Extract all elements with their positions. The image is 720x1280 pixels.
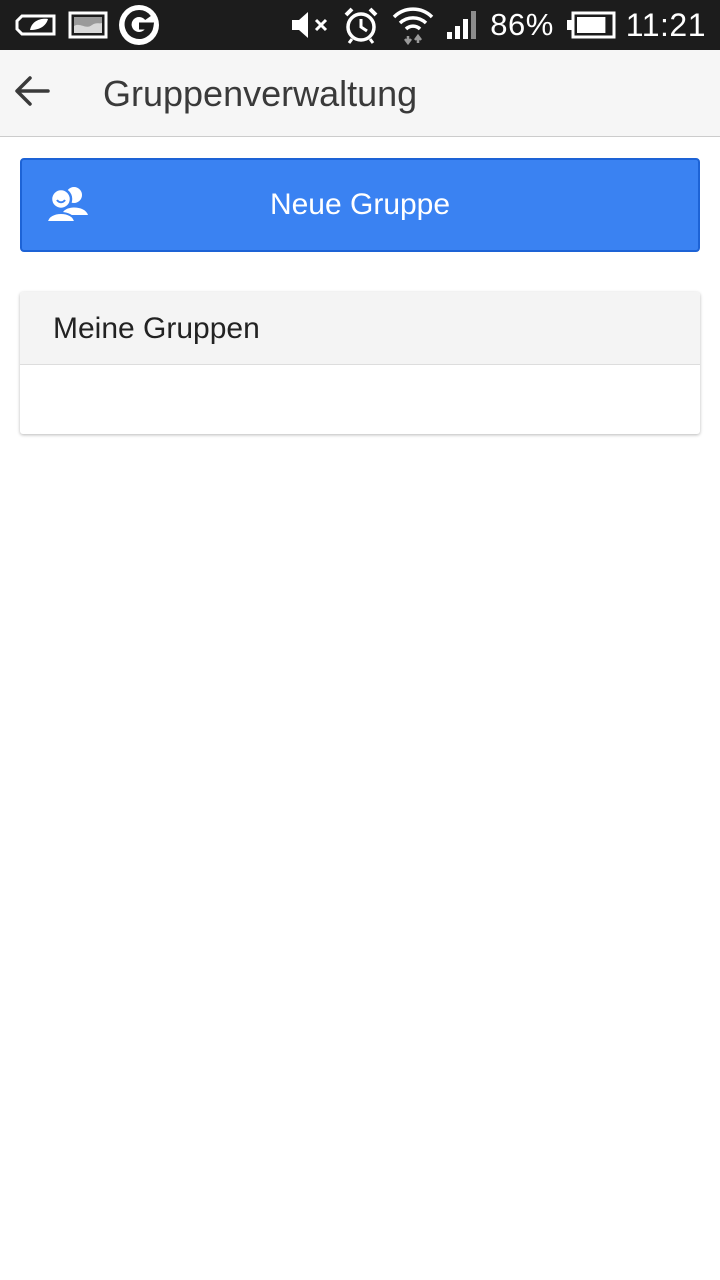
- new-group-button[interactable]: Neue Gruppe: [20, 158, 700, 252]
- my-groups-list: [20, 365, 700, 434]
- arrow-left-icon: [14, 75, 50, 112]
- signal-icon: [446, 10, 480, 40]
- my-groups-card: Meine Gruppen: [20, 292, 700, 434]
- status-bar-system: 86% 11:21: [278, 0, 706, 50]
- g-app-icon: [118, 4, 160, 46]
- image-notification-icon: [68, 10, 108, 40]
- status-bar-notifications: [14, 0, 170, 50]
- app-bar: Gruppenverwaltung: [0, 50, 720, 137]
- wifi-icon: [392, 5, 434, 45]
- new-group-label: Neue Gruppe: [269, 188, 451, 221]
- clock: 11:21: [625, 6, 706, 43]
- page-title: Gruppenverwaltung: [103, 73, 418, 114]
- alarm-icon: [342, 6, 380, 44]
- battery-saver-icon: [14, 10, 58, 40]
- status-bar: 86% 11:21: [0, 0, 720, 50]
- my-groups-header: Meine Gruppen: [20, 292, 700, 365]
- mute-icon: [290, 9, 330, 41]
- battery-icon: [566, 11, 616, 39]
- battery-percent: 86%: [490, 7, 554, 42]
- back-button[interactable]: [8, 71, 56, 115]
